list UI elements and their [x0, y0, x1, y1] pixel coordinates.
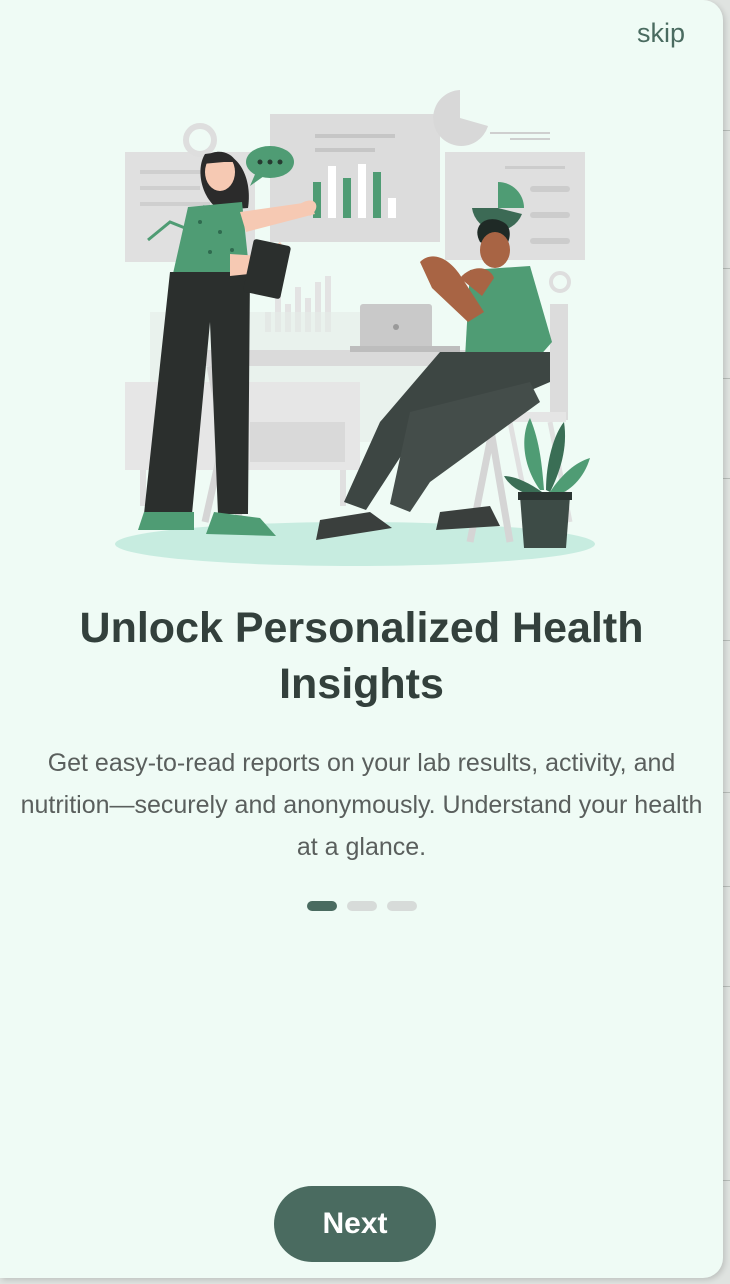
page-indicator: [0, 901, 723, 911]
gear-icon: [549, 271, 571, 293]
chart-bar: [373, 172, 381, 218]
backdrop-divider: [722, 986, 730, 987]
chart-bar: [358, 164, 366, 218]
backdrop-divider: [722, 792, 730, 793]
backdrop-divider: [722, 640, 730, 641]
right-board: [445, 152, 585, 260]
page-dot[interactable]: [386, 901, 417, 911]
next-button[interactable]: Next: [274, 1186, 436, 1262]
slide-description: Get easy-to-read reports on your lab res…: [20, 749, 703, 861]
laptop: [350, 304, 460, 352]
analytics-team-illustration: [115, 90, 595, 566]
page-dot[interactable]: [346, 901, 377, 911]
backdrop-divider: [722, 1180, 730, 1181]
backdrop-divider: [722, 378, 730, 379]
onboarding-card: skip Unlock Personalized Health Insights…: [0, 0, 723, 1278]
backdrop-divider: [722, 478, 730, 479]
pie-chart-graphic: [433, 90, 488, 146]
backdrop-divider: [722, 886, 730, 887]
backdrop-divider: [722, 130, 730, 131]
slide-title: Unlock Personalized Health Insights: [79, 604, 644, 708]
chart-bar: [343, 178, 351, 218]
page-dot[interactable]: [306, 901, 337, 911]
skip-button[interactable]: skip: [637, 18, 685, 49]
gear-icon: [183, 123, 217, 157]
backdrop-divider: [722, 268, 730, 269]
chart-board: [270, 114, 440, 242]
chart-bar: [328, 166, 336, 218]
chart-bar: [388, 198, 396, 218]
